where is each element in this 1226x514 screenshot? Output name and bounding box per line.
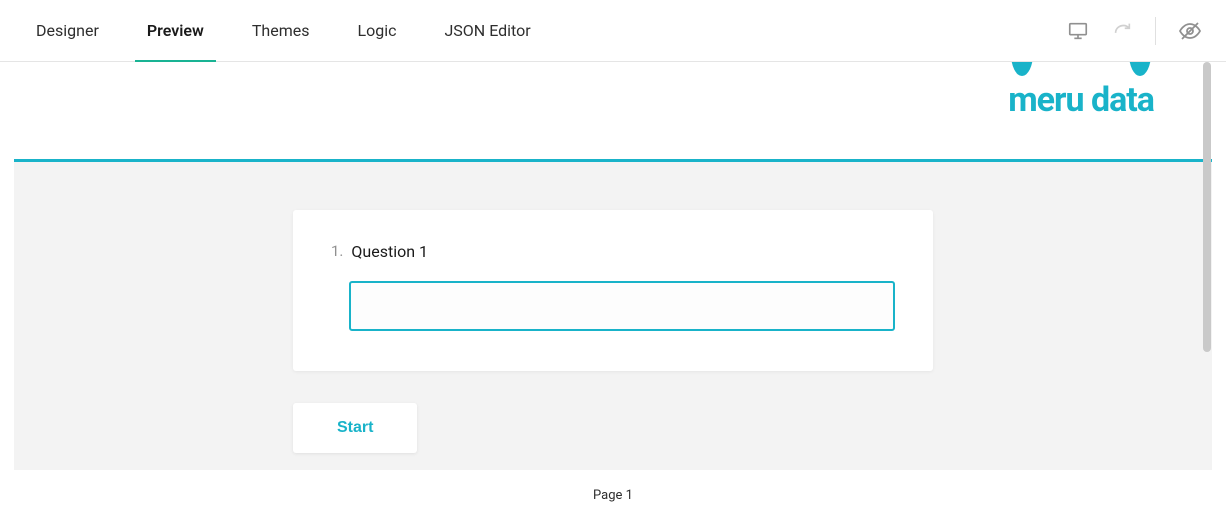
answer-input[interactable]	[349, 281, 895, 331]
tab-designer[interactable]: Designer	[36, 0, 99, 61]
question-title: Question 1	[351, 242, 428, 261]
brand-logo: meru data	[1008, 62, 1154, 120]
question-title-row: 1. Question 1	[331, 242, 895, 261]
scrollbar-thumb[interactable]	[1203, 62, 1211, 352]
eye-off-icon[interactable]	[1178, 19, 1202, 43]
device-desktop-icon[interactable]	[1067, 20, 1089, 42]
redo-arrow-icon[interactable]	[1111, 20, 1133, 42]
question-number: 1.	[331, 242, 343, 261]
page-label: Page 1	[593, 488, 633, 503]
page-footer: Page 1	[0, 470, 1226, 503]
toolbar-divider	[1155, 17, 1156, 45]
survey-header: meru data	[14, 62, 1212, 162]
question-card: 1. Question 1	[293, 210, 933, 371]
start-button-row: Start	[293, 403, 933, 453]
survey-body: 1. Question 1 Start	[14, 162, 1212, 470]
start-button[interactable]: Start	[293, 403, 417, 453]
tab-json-editor[interactable]: JSON Editor	[444, 0, 530, 61]
answer-wrapper	[331, 281, 895, 331]
tab-themes[interactable]: Themes	[252, 0, 310, 61]
tab-logic[interactable]: Logic	[357, 0, 396, 61]
logo-dots-icon	[1011, 62, 1151, 76]
tab-preview[interactable]: Preview	[147, 0, 204, 61]
toolbar-actions	[1067, 17, 1202, 45]
scrollbar-track[interactable]	[1202, 62, 1212, 470]
preview-area: meru data 1. Question 1 Start	[14, 62, 1212, 470]
tab-bar: Designer Preview Themes Logic JSON Edito…	[36, 0, 531, 61]
top-toolbar: Designer Preview Themes Logic JSON Edito…	[0, 0, 1226, 62]
logo-text: meru data	[1008, 80, 1154, 120]
